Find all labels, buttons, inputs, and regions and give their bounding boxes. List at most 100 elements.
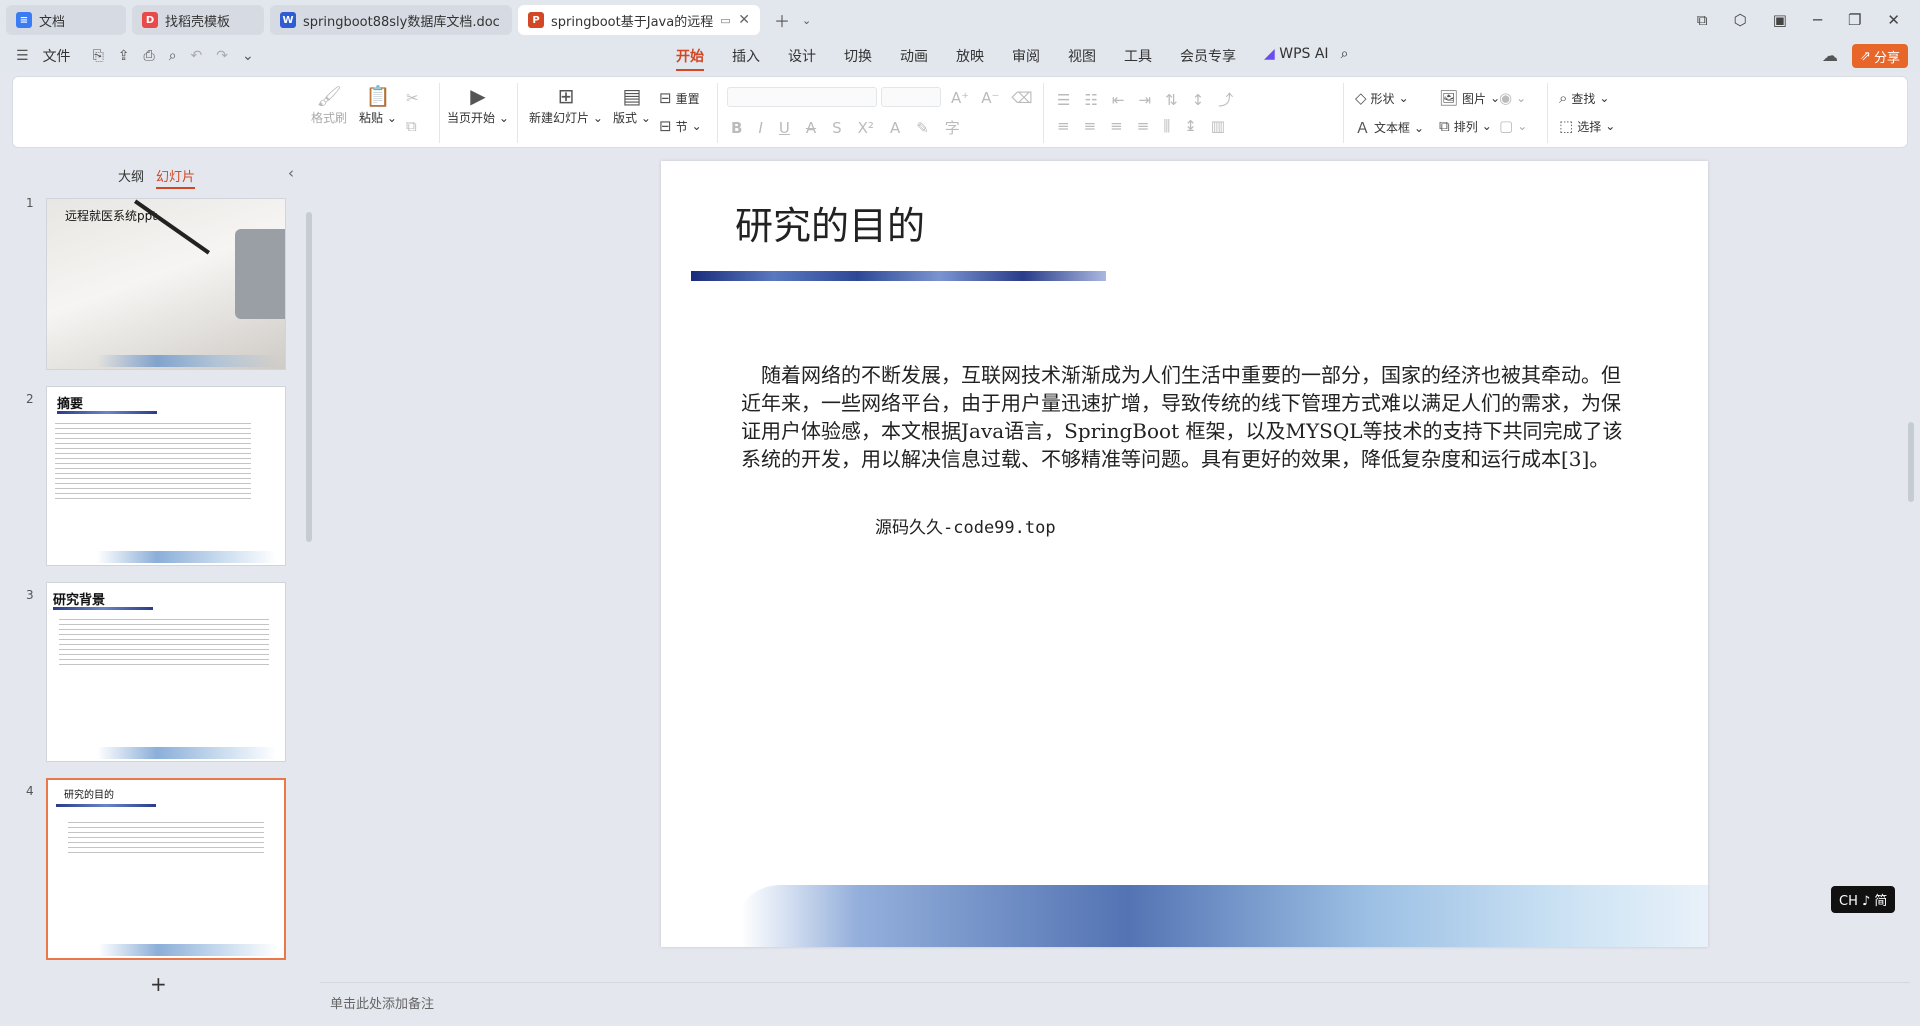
restore-icon[interactable]: ❐ — [1848, 11, 1861, 29]
bold-icon[interactable]: B — [731, 119, 742, 137]
layout-icon[interactable]: ⧉ — [1697, 11, 1708, 29]
print-preview-icon[interactable]: ⌕ — [169, 48, 177, 64]
close-tab-icon[interactable]: ✕ — [738, 12, 750, 28]
line-spacing-icon[interactable]: ↨ — [1184, 117, 1197, 135]
chevron-down-icon[interactable]: ⌄ — [802, 14, 811, 27]
wps-ai-button[interactable]: ◢ WPS AI — [1264, 46, 1329, 71]
slide-source-text[interactable]: 源码久久-code99.top — [875, 513, 1056, 538]
hamburger-icon[interactable]: ☰ — [16, 48, 29, 64]
paste-button[interactable]: 📋 粘贴 ⌄ — [359, 83, 397, 126]
justify-icon[interactable]: ≡ — [1137, 117, 1150, 135]
cloud-icon[interactable]: ☁ — [1822, 46, 1838, 65]
grow-font-icon[interactable]: A⁺ — [951, 89, 969, 107]
shrink-font-icon[interactable]: A⁻ — [981, 89, 999, 107]
new-tab-icon[interactable]: ＋ — [774, 8, 790, 32]
textbox-button[interactable]: Ａ 文本框 ⌄ — [1355, 117, 1424, 138]
find-button[interactable]: ⌕ 查找 ⌄ — [1559, 89, 1609, 107]
clear-format-icon[interactable]: ⌫ — [1011, 89, 1032, 107]
columns-icon[interactable]: ▥ — [1211, 117, 1225, 135]
italic-icon[interactable]: I — [758, 119, 762, 137]
sidebar-scrollbar[interactable] — [306, 212, 312, 542]
sort-icon[interactable]: ↕ — [1192, 91, 1205, 109]
copy-icon[interactable]: ⧉ — [406, 117, 417, 135]
tab-outline[interactable]: 大纲 — [118, 166, 144, 185]
layout-button[interactable]: ▤ 版式 ⌄ — [613, 83, 651, 126]
align-left-icon[interactable]: ≡ — [1057, 117, 1070, 135]
bullet-list-icon[interactable]: ☰ — [1057, 91, 1070, 109]
picture-button[interactable]: 🖼 图片 ⌄ — [1439, 89, 1500, 107]
reset-button[interactable]: ⊟ 重置 — [659, 89, 700, 107]
tab-word-doc[interactable]: W springboot88sly数据库文档.doc — [270, 5, 512, 35]
slide-thumb-2[interactable]: 摘要 — [46, 386, 286, 566]
tab-docer[interactable]: D 找稻壳模板 — [132, 5, 264, 35]
canvas-scrollbar[interactable] — [1908, 422, 1914, 502]
from-current-button[interactable]: ▶ 当页开始 ⌄ — [447, 83, 509, 126]
font-color-icon[interactable]: A — [890, 119, 900, 137]
fill-icon[interactable]: ◉ ⌄ — [1499, 89, 1526, 107]
tab-transition[interactable]: 切换 — [844, 46, 872, 71]
picture-icon: 🖼 — [1439, 89, 1459, 107]
undo-icon[interactable]: ↶ — [191, 48, 203, 64]
avatar[interactable]: ▣ — [1773, 11, 1787, 29]
print-icon[interactable]: ⎙ — [144, 48, 155, 64]
tab-review[interactable]: 审阅 — [1012, 46, 1040, 71]
section-button[interactable]: ⊟ 节 ⌄ — [659, 117, 702, 135]
increase-indent-icon[interactable]: ⇥ — [1138, 91, 1151, 109]
tab-member[interactable]: 会员专享 — [1180, 46, 1236, 71]
shadow-icon[interactable]: S — [832, 119, 842, 137]
chevron-left-icon[interactable]: ‹ — [288, 164, 294, 182]
tab-tools[interactable]: 工具 — [1124, 46, 1152, 71]
tab-insert[interactable]: 插入 — [732, 46, 760, 71]
new-slide-button[interactable]: ⊞ 新建幻灯片 ⌄ — [529, 83, 603, 126]
cube-icon[interactable]: ⬡ — [1734, 11, 1747, 29]
superscript-icon[interactable]: X² — [858, 119, 874, 137]
tab-docs[interactable]: ≡ 文档 — [6, 5, 126, 35]
ime-indicator[interactable]: CH ♪ 简 — [1831, 886, 1896, 913]
outline-icon[interactable]: ▢ ⌄ — [1499, 117, 1527, 135]
add-slide-button[interactable]: + — [150, 972, 167, 996]
align-right-icon[interactable]: ≡ — [1110, 117, 1123, 135]
arrange-button[interactable]: ⧉ 排列 ⌄ — [1439, 117, 1492, 135]
numbered-list-icon[interactable]: ☷ — [1084, 91, 1097, 109]
font-family-select[interactable] — [727, 87, 877, 107]
shape-label: 形状 — [1370, 91, 1395, 106]
slide-thumb-1[interactable]: 远程就医系统ppt — [46, 198, 286, 370]
notes-area[interactable]: 单击此处添加备注 — [320, 982, 1910, 1016]
select-button[interactable]: ⬚ 选择 ⌄ — [1559, 117, 1615, 135]
strikethrough-icon[interactable]: A — [806, 119, 816, 137]
file-menu[interactable]: 文件 — [43, 46, 71, 66]
redo-icon[interactable]: ↷ — [216, 48, 228, 64]
share-button[interactable]: ⇗ 分享 — [1852, 44, 1908, 68]
convert-icon[interactable]: ⤴ — [1218, 89, 1233, 110]
current-slide[interactable]: 研究的目的 随着网络的不断发展，互联网技术渐渐成为人们生活中重要的一部分，国家的… — [661, 161, 1708, 947]
char-spacing-icon[interactable]: 字 — [945, 117, 960, 138]
tab-slides[interactable]: 幻灯片 — [156, 166, 196, 189]
text-direction-icon[interactable]: ⇅ — [1165, 91, 1178, 109]
tab-ppt[interactable]: P springboot基于Java的远程 ▭ ✕ — [518, 5, 760, 35]
minimize-icon[interactable]: ─ — [1813, 11, 1822, 29]
slide-title[interactable]: 研究的目的 — [735, 195, 925, 250]
font-size-select[interactable] — [881, 87, 941, 107]
shape-button[interactable]: ◇ 形状 ⌄ — [1355, 89, 1409, 107]
search-icon[interactable]: ⌕ — [1341, 46, 1349, 71]
underline-icon[interactable]: U — [779, 119, 790, 137]
screen-icon[interactable]: ▭ — [720, 14, 730, 27]
export-icon[interactable]: ⇪ — [118, 48, 130, 64]
slide-thumb-3[interactable]: 研究背景 — [46, 582, 286, 762]
slide-body-text[interactable]: 随着网络的不断发展，互联网技术渐渐成为人们生活中重要的一部分，国家的经济也被其牵… — [741, 361, 1631, 473]
cut-icon[interactable]: ✂ — [406, 89, 419, 107]
tab-design[interactable]: 设计 — [788, 46, 816, 71]
distribute-icon[interactable]: ⫼ — [1163, 117, 1170, 135]
tab-view[interactable]: 视图 — [1068, 46, 1096, 71]
chevron-down-icon[interactable]: ⌄ — [242, 48, 254, 64]
format-painter-button[interactable]: 🖌 格式刷 — [311, 83, 347, 126]
tab-animation[interactable]: 动画 — [900, 46, 928, 71]
tab-slideshow[interactable]: 放映 — [956, 46, 984, 71]
slide-thumb-4[interactable]: 研究的目的 — [46, 778, 286, 960]
save-icon[interactable]: ⎘ — [93, 48, 104, 64]
align-center-icon[interactable]: ≡ — [1084, 117, 1097, 135]
tab-home[interactable]: 开始 — [676, 46, 704, 71]
highlight-icon[interactable]: ✎ — [916, 119, 929, 137]
decrease-indent-icon[interactable]: ⇤ — [1112, 91, 1125, 109]
close-window-icon[interactable]: ✕ — [1887, 11, 1900, 29]
